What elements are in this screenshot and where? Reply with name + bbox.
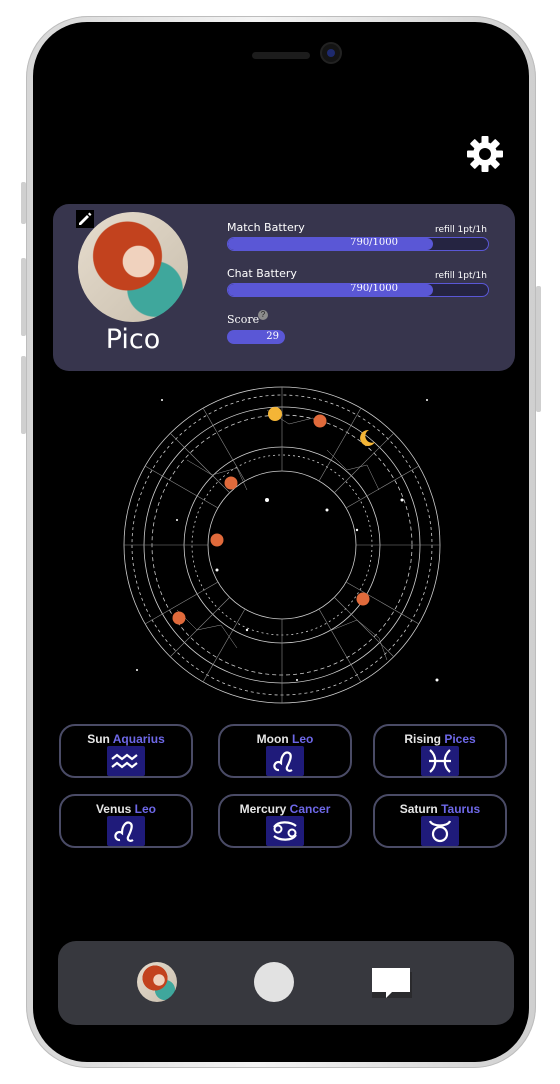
planet-label: Rising <box>404 732 441 746</box>
match-battery-label: Match Battery <box>227 221 305 234</box>
sign-card-moon[interactable]: Moon Leo <box>218 724 352 778</box>
side-button-power <box>536 286 541 412</box>
match-battery-bar: 790/1000 <box>227 237 489 251</box>
sign-card-mercury[interactable]: Mercury Cancer <box>218 794 352 848</box>
taurus-icon <box>421 816 459 846</box>
match-battery-value: 790/1000 <box>350 237 398 248</box>
chat-battery-label: Chat Battery <box>227 267 297 280</box>
chat-battery-refill: refill 1pt/1h <box>434 271 487 281</box>
sign-card-venus[interactable]: Venus Leo <box>59 794 193 848</box>
cancer-icon <box>266 816 304 846</box>
nav-profile-avatar[interactable] <box>137 962 177 1002</box>
score-value: 29 <box>227 330 285 344</box>
side-button-volume-down <box>21 356 26 434</box>
sign-card-title: Saturn Taurus <box>375 802 505 816</box>
sign-label: Pices <box>444 732 476 746</box>
leo-icon <box>107 816 145 846</box>
aquarius-icon <box>107 746 145 776</box>
bottom-nav <box>58 941 514 1025</box>
pisces-icon <box>421 746 459 776</box>
sign-card-rising[interactable]: Rising Pices <box>373 724 507 778</box>
profile-card: Pico Match Battery refill 1pt/1h 790/100… <box>53 204 515 371</box>
chat-bubble-icon[interactable] <box>370 966 414 1002</box>
front-camera <box>322 44 340 62</box>
sign-card-sun[interactable]: Sun Aquarius <box>59 724 193 778</box>
planet-label: Venus <box>95 802 132 816</box>
sign-card-title: Venus Leo <box>61 802 191 816</box>
side-button-mute <box>21 182 26 224</box>
astrology-chart <box>117 380 447 710</box>
nav-home-button[interactable] <box>254 962 294 1002</box>
planet-label: Moon <box>256 732 289 746</box>
profile-name: Pico <box>105 324 161 355</box>
sign-card-saturn[interactable]: Saturn Taurus <box>373 794 507 848</box>
sign-card-title: Rising Pices <box>375 732 505 746</box>
sign-card-title: Mercury Cancer <box>220 802 350 816</box>
avatar[interactable] <box>78 212 188 322</box>
chat-battery-value: 790/1000 <box>350 283 398 294</box>
sign-label: Cancer <box>289 802 331 816</box>
screen: Pico Match Battery refill 1pt/1h 790/100… <box>33 22 529 1062</box>
sign-label: Taurus <box>441 802 481 816</box>
score-label: Score <box>227 313 260 326</box>
sign-card-title: Moon Leo <box>220 732 350 746</box>
pencil-icon[interactable] <box>76 210 94 228</box>
planet-label: Sun <box>87 732 110 746</box>
sign-card-title: Sun Aquarius <box>61 732 191 746</box>
sign-label: Leo <box>292 732 314 746</box>
match-battery-refill: refill 1pt/1h <box>434 225 487 235</box>
sign-label: Leo <box>134 802 157 816</box>
score-help-icon[interactable]: ? <box>258 310 268 320</box>
leo-icon <box>266 746 304 776</box>
side-button-volume-up <box>21 258 26 336</box>
speaker <box>252 52 310 59</box>
sign-label: Aquarius <box>112 732 165 746</box>
planet-label: Mercury <box>239 802 287 816</box>
planet-label: Saturn <box>399 802 438 816</box>
chat-battery-bar: 790/1000 <box>227 283 489 297</box>
gear-icon[interactable] <box>465 134 505 174</box>
